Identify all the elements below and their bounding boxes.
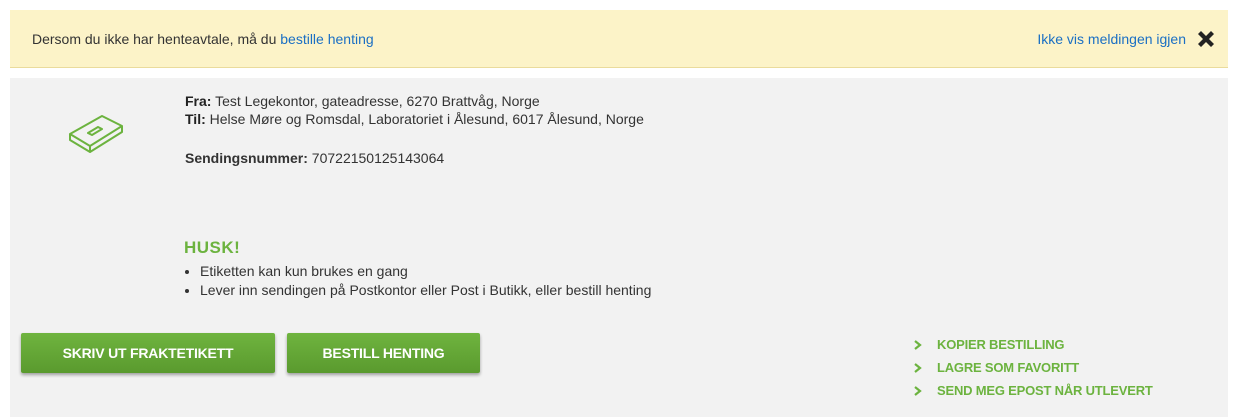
email-when-delivered-link[interactable]: SEND MEG EPOST NÅR UTLEVERT — [914, 379, 1153, 402]
order-pickup-button[interactable]: BESTILL HENTING — [287, 333, 480, 373]
shipment-number: Sendingsnummer: 70722150125143064 — [185, 150, 444, 166]
from-value: Test Legekontor, gateadresse, 6270 Bratt… — [215, 93, 540, 109]
address-block: Fra: Test Legekontor, gateadresse, 6270 … — [185, 92, 644, 128]
from-label: Fra: — [185, 93, 212, 109]
notice-text: Dersom du ikke har henteavtale, må du be… — [32, 31, 374, 47]
chevron-right-icon — [914, 339, 922, 350]
action-links: KOPIER BESTILLING LAGRE SOM FAVORITT SEN… — [914, 333, 1153, 402]
notice-banner: Dersom du ikke har henteavtale, må du be… — [10, 10, 1228, 68]
reminder-title: HUSK! — [184, 238, 241, 257]
print-label-button[interactable]: SKRIV UT FRAKTETIKETT — [21, 333, 275, 373]
to-line: Til: Helse Møre og Romsdal, Laboratoriet… — [185, 110, 644, 128]
shipment-panel: Fra: Test Legekontor, gateadresse, 6270 … — [10, 78, 1228, 417]
chevron-right-icon — [914, 385, 922, 396]
save-favorite-label: LAGRE SOM FAVORITT — [937, 360, 1080, 375]
reminder-list: Etiketten kan kun brukes en gang Lever i… — [180, 262, 651, 300]
to-label: Til: — [185, 111, 206, 127]
chevron-right-icon — [914, 362, 922, 373]
copy-order-label: KOPIER BESTILLING — [937, 337, 1065, 352]
notice-message: Dersom du ikke har henteavtale, må du — [32, 31, 277, 47]
copy-order-link[interactable]: KOPIER BESTILLING — [914, 333, 1153, 356]
reminder-item: Etiketten kan kun brukes en gang — [200, 262, 651, 281]
email-when-delivered-label: SEND MEG EPOST NÅR UTLEVERT — [937, 383, 1153, 398]
package-icon — [69, 115, 123, 153]
shipment-number-label: Sendingsnummer: — [185, 150, 308, 166]
reminder-item: Lever inn sendingen på Postkontor eller … — [200, 281, 651, 300]
save-favorite-link[interactable]: LAGRE SOM FAVORITT — [914, 356, 1153, 379]
dismiss-notice-link[interactable]: Ikke vis meldingen igjen — [1037, 31, 1186, 47]
to-value: Helse Møre og Romsdal, Laboratoriet i Ål… — [209, 111, 644, 127]
order-pickup-link[interactable]: bestille henting — [280, 31, 373, 47]
shipment-number-value: 70722150125143064 — [311, 150, 445, 166]
from-line: Fra: Test Legekontor, gateadresse, 6270 … — [185, 92, 644, 110]
close-icon[interactable] — [1194, 27, 1218, 51]
